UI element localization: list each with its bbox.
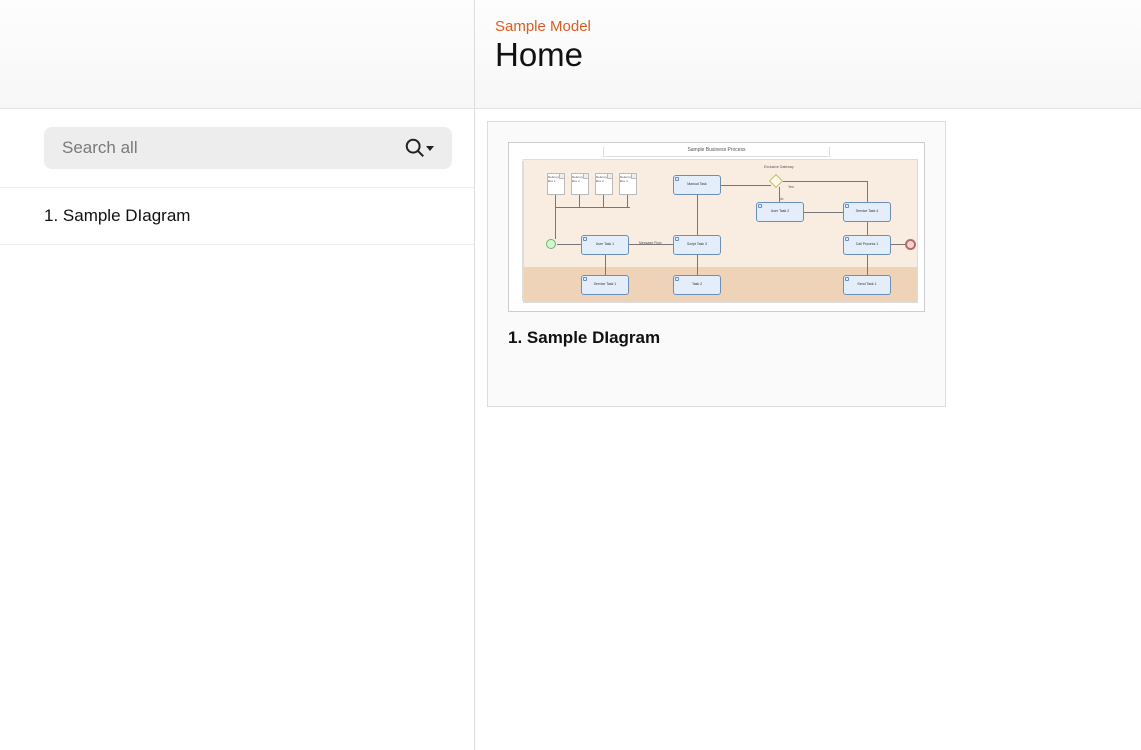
search-input[interactable] — [62, 138, 404, 158]
bpmn-connector — [867, 181, 868, 202]
search-icon[interactable] — [404, 137, 434, 159]
main: Sample Model Home Sample Business Proces… — [475, 0, 1141, 750]
bpmn-connector — [579, 195, 580, 207]
breadcrumb[interactable]: Sample Model — [495, 18, 1121, 35]
main-header: Sample Model Home — [475, 0, 1141, 109]
bpmn-data-object-3: Reference Box 3 — [595, 173, 613, 195]
bpmn-connector — [697, 195, 698, 235]
bpmn-pool-label — [515, 161, 523, 301]
bpmn-connector — [891, 244, 905, 245]
bpmn-connector — [804, 212, 843, 213]
bpmn-data-object-1: Reference Box 1 — [547, 173, 565, 195]
sidebar: 1. Sample DIagram — [0, 0, 475, 750]
main-content: Sample Business Process Reference Box 1 … — [475, 109, 1141, 750]
bpmn-connector — [721, 185, 771, 186]
bpmn-task-task2b: Task 2 — [673, 275, 721, 295]
search-container — [0, 109, 474, 188]
app-container: 1. Sample DIagram Sample Model Home Samp… — [0, 0, 1141, 750]
bpmn-connector — [555, 207, 630, 208]
card-title: 1. Sample DIagram — [508, 328, 925, 348]
sidebar-item-sample-diagram[interactable]: 1. Sample DIagram — [0, 188, 474, 245]
bpmn-connector — [629, 244, 673, 245]
diagram-preview[interactable]: Sample Business Process Reference Box 1 … — [508, 142, 925, 312]
diagram-card[interactable]: Sample Business Process Reference Box 1 … — [487, 121, 946, 407]
search-box[interactable] — [44, 127, 452, 169]
bpmn-task-script3: Script Task 3 — [673, 235, 721, 255]
bpmn-connector — [697, 255, 698, 275]
bpmn-end-event — [905, 239, 916, 250]
bpmn-data-object-4: Reference Box 4 — [619, 173, 637, 195]
bpmn-task-service4: Service Task 4 — [843, 202, 891, 222]
bpmn-connector — [603, 195, 604, 207]
bpmn-task-user1: User Task 1 — [581, 235, 629, 255]
bpmn-connector — [627, 195, 628, 207]
bpmn-edge-yes: Yes — [788, 185, 794, 189]
sidebar-item-label: 1. Sample DIagram — [44, 206, 190, 225]
bpmn-data-object-2: Reference Box 2 — [571, 173, 589, 195]
bpmn-task-user2: User Task 2 — [756, 202, 804, 222]
bpmn-stage: Sample Business Process Reference Box 1 … — [513, 147, 920, 307]
sidebar-list: 1. Sample DIagram — [0, 188, 474, 750]
sidebar-header-spacer — [0, 0, 474, 109]
bpmn-connector — [783, 181, 867, 182]
bpmn-connector — [605, 255, 606, 275]
bpmn-preview-title: Sample Business Process — [603, 147, 831, 157]
bpmn-start-event — [546, 239, 556, 249]
bpmn-connector — [867, 255, 868, 275]
bpmn-task-manual: Manual Task — [673, 175, 721, 195]
bpmn-connector — [779, 187, 780, 202]
page-title: Home — [495, 35, 1121, 75]
bpmn-task-service1b: Service Task 1 — [581, 275, 629, 295]
bpmn-connector — [867, 222, 868, 235]
bpmn-gateway-label: Exclusive Gateway — [764, 165, 794, 169]
bpmn-connector — [557, 244, 581, 245]
bpmn-task-send1b: Send Task 1 — [843, 275, 891, 295]
bpmn-task-callproc: Call Process 1 — [843, 235, 891, 255]
bpmn-connector — [555, 195, 556, 239]
